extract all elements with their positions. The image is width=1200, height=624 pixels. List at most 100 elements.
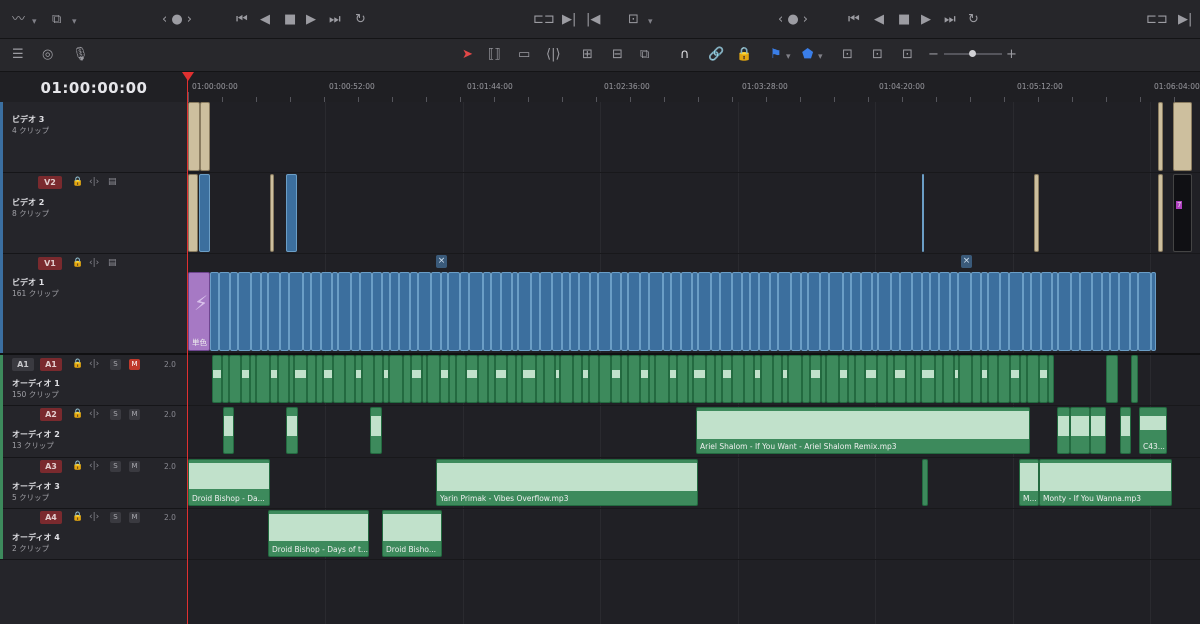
audio-clip[interactable] — [906, 355, 915, 403]
audio-clip[interactable] — [887, 355, 894, 403]
video-clip[interactable] — [351, 272, 360, 351]
audio-clip[interactable] — [715, 355, 722, 403]
video-clip[interactable] — [663, 272, 671, 351]
video-clip[interactable] — [210, 272, 219, 351]
marker-close-button[interactable]: × — [436, 255, 447, 268]
video-clip[interactable] — [382, 272, 390, 351]
audio-clip[interactable] — [611, 355, 621, 403]
audio-clip[interactable] — [560, 355, 573, 403]
audio-clip[interactable] — [488, 355, 495, 403]
video-clip[interactable]: 7 — [1173, 174, 1192, 252]
track-badge-a4[interactable]: A4 — [40, 511, 62, 524]
audio-clip[interactable] — [943, 355, 954, 403]
audio-clip[interactable] — [855, 355, 865, 403]
audio-clip[interactable] — [1120, 407, 1131, 454]
video-clip[interactable] — [900, 272, 912, 351]
audio-clip[interactable] — [677, 355, 688, 403]
video-clip[interactable] — [649, 272, 663, 351]
zoom-slider-handle[interactable] — [969, 50, 976, 57]
video-clip[interactable] — [321, 272, 332, 351]
audio-clip[interactable] — [732, 355, 744, 403]
chevron-down-icon[interactable]: ▾ — [818, 49, 823, 65]
playhead[interactable] — [187, 72, 188, 624]
video-clip[interactable] — [851, 272, 861, 351]
audio-clip[interactable] — [754, 355, 761, 403]
audio-clip[interactable]: Yarin Primak - Vibes Overflow.mp3 — [436, 459, 698, 506]
audio-clip[interactable] — [333, 355, 345, 403]
video-clip[interactable] — [1058, 272, 1071, 351]
audio-clip[interactable] — [307, 355, 316, 403]
track-badge-v2[interactable]: V2 — [38, 176, 62, 189]
skip-to-start-icon[interactable]: ⏮ — [236, 12, 248, 28]
audio-clip[interactable] — [669, 355, 677, 403]
video-clip[interactable] — [238, 272, 251, 351]
source-patch-a1[interactable]: A1 — [12, 358, 34, 371]
audio-clip[interactable] — [802, 355, 810, 403]
video-clip[interactable] — [971, 272, 981, 351]
audio-clip[interactable] — [621, 355, 628, 403]
marker-close-button[interactable]: × — [961, 255, 972, 268]
audio-clip[interactable] — [223, 407, 234, 454]
video-clip[interactable] — [261, 272, 268, 351]
video-clip[interactable] — [579, 272, 590, 351]
match-frame-icon[interactable]: ⊏⊐ — [533, 12, 555, 28]
audio-clip[interactable] — [222, 355, 229, 403]
video-clip[interactable] — [958, 272, 971, 351]
selection-tool-icon[interactable]: ➤ — [462, 47, 473, 63]
video-clip[interactable] — [219, 272, 230, 351]
audio-clip[interactable] — [270, 355, 278, 403]
video-clip[interactable] — [922, 272, 930, 351]
audio-clip[interactable]: Ariel Shalom - If You Want - Ariel Shalo… — [696, 407, 1030, 454]
solid-color-clip[interactable]: ⚡ 単色 — [188, 272, 210, 351]
video-clip[interactable] — [590, 272, 598, 351]
audio-clip[interactable] — [1057, 407, 1070, 454]
video-clip[interactable] — [1173, 102, 1192, 171]
track-badge-a3[interactable]: A3 — [40, 460, 62, 473]
video-clip[interactable] — [200, 102, 210, 171]
video-clip[interactable] — [372, 272, 382, 351]
audio-clip[interactable] — [316, 355, 323, 403]
lock-icon[interactable]: 🔒 — [72, 512, 83, 522]
audio-clip[interactable] — [1090, 407, 1106, 454]
video-clip[interactable] — [491, 272, 501, 351]
replace-clip-icon[interactable]: ⧉ — [640, 47, 649, 63]
audio-clip[interactable]: M... — [1019, 459, 1039, 506]
link-icon[interactable]: 🔗 — [708, 47, 724, 63]
audio-clip[interactable]: Droid Bishop - Days of t... — [268, 510, 369, 557]
audio-track-icon[interactable]: ◎ — [42, 47, 53, 63]
blade-tool-icon[interactable]: ⟨|⟩ — [546, 47, 561, 63]
video-clip[interactable] — [950, 272, 958, 351]
video-clip[interactable] — [1000, 272, 1009, 351]
audio-clip[interactable] — [294, 355, 307, 403]
audio-clip[interactable] — [573, 355, 582, 403]
video-clip[interactable] — [598, 272, 611, 351]
video-clip[interactable] — [410, 272, 418, 351]
film-icon[interactable]: ▤ — [108, 177, 117, 187]
skip-to-start-icon[interactable]: ⏮ — [848, 12, 860, 28]
loop-icon[interactable]: ↻ — [355, 12, 366, 28]
audio-clip[interactable] — [389, 355, 403, 403]
dynamic-trim-icon[interactable]: ▭ — [518, 47, 530, 63]
audio-clip[interactable] — [865, 355, 877, 403]
audio-clip[interactable] — [640, 355, 649, 403]
auto-select-icon[interactable]: ‹|› — [89, 409, 99, 419]
audio-clip[interactable] — [959, 355, 972, 403]
video-clip[interactable] — [988, 272, 1000, 351]
lock-icon[interactable]: 🔒 — [72, 409, 83, 419]
video-clip[interactable] — [611, 272, 621, 351]
video-clip[interactable] — [1102, 272, 1110, 351]
video-clip[interactable] — [1138, 272, 1151, 351]
video-clip[interactable] — [268, 272, 280, 351]
film-icon[interactable]: ▤ — [108, 258, 117, 268]
audio-clip[interactable] — [810, 355, 821, 403]
solo-button[interactable]: S — [110, 359, 121, 370]
step-back-icon[interactable]: ◀ — [874, 12, 884, 28]
video-clip[interactable] — [801, 272, 808, 351]
audio-clip[interactable] — [706, 355, 715, 403]
snapping-icon[interactable]: ∩ — [680, 47, 690, 63]
video-clip[interactable] — [843, 272, 851, 351]
audio-clip[interactable] — [935, 355, 943, 403]
video-clip[interactable] — [808, 272, 820, 351]
audio-clip[interactable] — [507, 355, 516, 403]
track-header-v1[interactable]: V1 🔒 ‹|› ▤ ビデオ 1 161 クリップ — [0, 253, 188, 354]
